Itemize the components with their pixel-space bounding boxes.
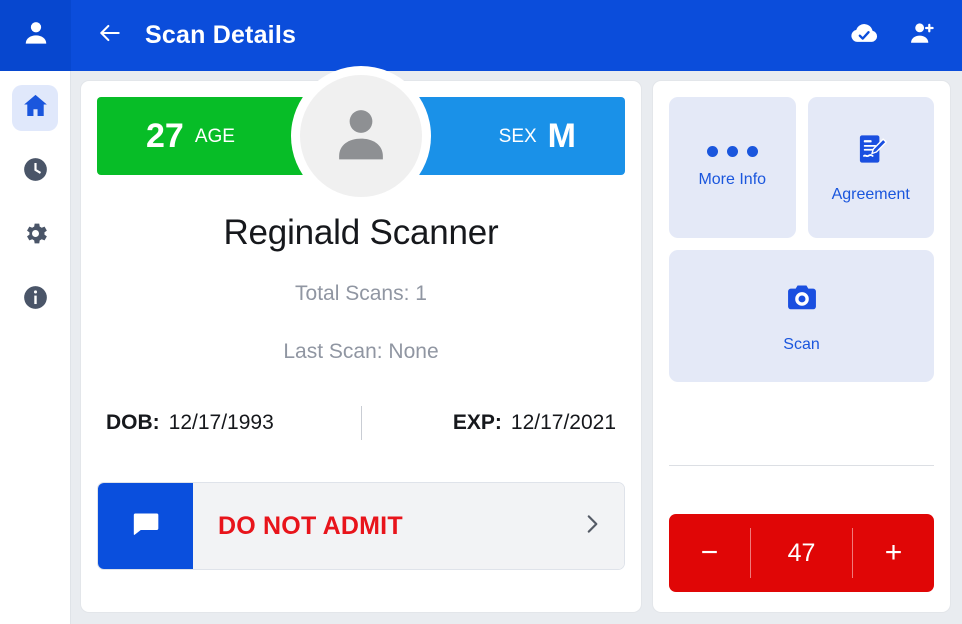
dates-divider — [360, 406, 362, 440]
header-profile-button[interactable] — [0, 0, 71, 71]
count-stepper: − 47 + — [669, 514, 934, 592]
cloud-done-icon — [850, 19, 878, 52]
exp-value: 12/17/2021 — [510, 411, 616, 434]
gear-icon — [21, 219, 50, 253]
header-actions — [848, 0, 962, 71]
scan-label: Scan — [783, 335, 820, 353]
scan-details-card: 27 AGE SEX M Reginald Scanner Total Scan… — [80, 66, 642, 613]
actions-card: More Info Agreement Scan − 47 + — [652, 80, 951, 613]
content-area: 27 AGE SEX M Reginald Scanner Total Scan… — [71, 66, 962, 624]
page-title: Scan Details — [145, 21, 297, 49]
add-person-button[interactable] — [906, 20, 938, 52]
admit-body: DO NOT ADMIT — [193, 483, 624, 569]
dob-block: DOB: 12/17/1993 — [106, 411, 355, 435]
three-dots-icon — [706, 146, 758, 157]
agreement-tile[interactable]: Agreement — [807, 97, 934, 238]
document-sign-icon — [853, 131, 889, 172]
chevron-right-icon — [579, 511, 605, 542]
admit-note-button[interactable] — [98, 483, 193, 569]
clock-icon — [21, 155, 50, 189]
actions-spacer — [669, 466, 934, 514]
do-not-admit-text: DO NOT ADMIT — [218, 511, 403, 540]
age-value: 27 — [146, 117, 184, 155]
person-name: Reginald Scanner — [223, 213, 499, 252]
tile-row: More Info Agreement — [669, 97, 934, 238]
app-header: Scan Details — [0, 0, 962, 71]
sex-value: M — [547, 117, 576, 155]
decrement-button[interactable]: − — [669, 514, 750, 592]
home-icon — [21, 91, 50, 125]
more-info-tile[interactable]: More Info — [669, 97, 796, 238]
more-info-label: More Info — [698, 171, 767, 188]
age-label: AGE — [194, 125, 235, 147]
sex-label: SEX — [498, 125, 537, 147]
dot-1 — [706, 146, 718, 157]
avatar-circle — [300, 75, 422, 197]
count-value: 47 — [787, 538, 816, 567]
sidebar-item-settings[interactable] — [12, 213, 58, 259]
cloud-sync-button[interactable] — [848, 20, 880, 52]
info-icon — [21, 283, 50, 317]
total-scans: Total Scans: 1 — [295, 282, 427, 305]
dob-label: DOB: — [106, 411, 160, 434]
exp-label: EXP: — [452, 411, 502, 434]
chat-bubble-icon — [129, 507, 163, 546]
dates-row: DOB: 12/17/1993 EXP: 12/17/2021 — [97, 406, 625, 440]
scan-tile[interactable]: Scan — [669, 250, 934, 382]
sidebar-item-history[interactable] — [12, 149, 58, 195]
sidebar — [0, 71, 71, 624]
dob-value: 12/17/1993 — [168, 411, 274, 434]
dot-2 — [726, 146, 738, 157]
increment-button[interactable]: + — [853, 514, 934, 592]
avatar — [291, 66, 431, 206]
do-not-admit-bar[interactable]: DO NOT ADMIT — [97, 482, 625, 570]
sidebar-item-home[interactable] — [12, 85, 58, 131]
dot-3 — [746, 146, 758, 157]
back-button[interactable] — [93, 19, 127, 53]
last-scan: Last Scan: None — [283, 340, 439, 363]
person-icon — [21, 18, 51, 53]
app-body: 27 AGE SEX M Reginald Scanner Total Scan… — [0, 66, 962, 624]
exp-block: EXP: 12/17/2021 — [368, 411, 616, 435]
minus-icon: − — [700, 536, 719, 569]
header-main: Scan Details — [71, 0, 848, 71]
plus-icon: + — [884, 536, 903, 569]
sidebar-item-info[interactable] — [12, 277, 58, 323]
person-avatar-icon — [326, 99, 396, 174]
app-root: Scan Details 27 AGE SEX M Reginald Scann… — [0, 0, 962, 624]
person-add-icon — [908, 19, 936, 52]
camera-icon — [783, 279, 821, 322]
age-sex-banner-row: 27 AGE SEX M — [97, 66, 625, 206]
arrow-left-icon — [97, 20, 123, 51]
agreement-label: Agreement — [831, 186, 910, 203]
